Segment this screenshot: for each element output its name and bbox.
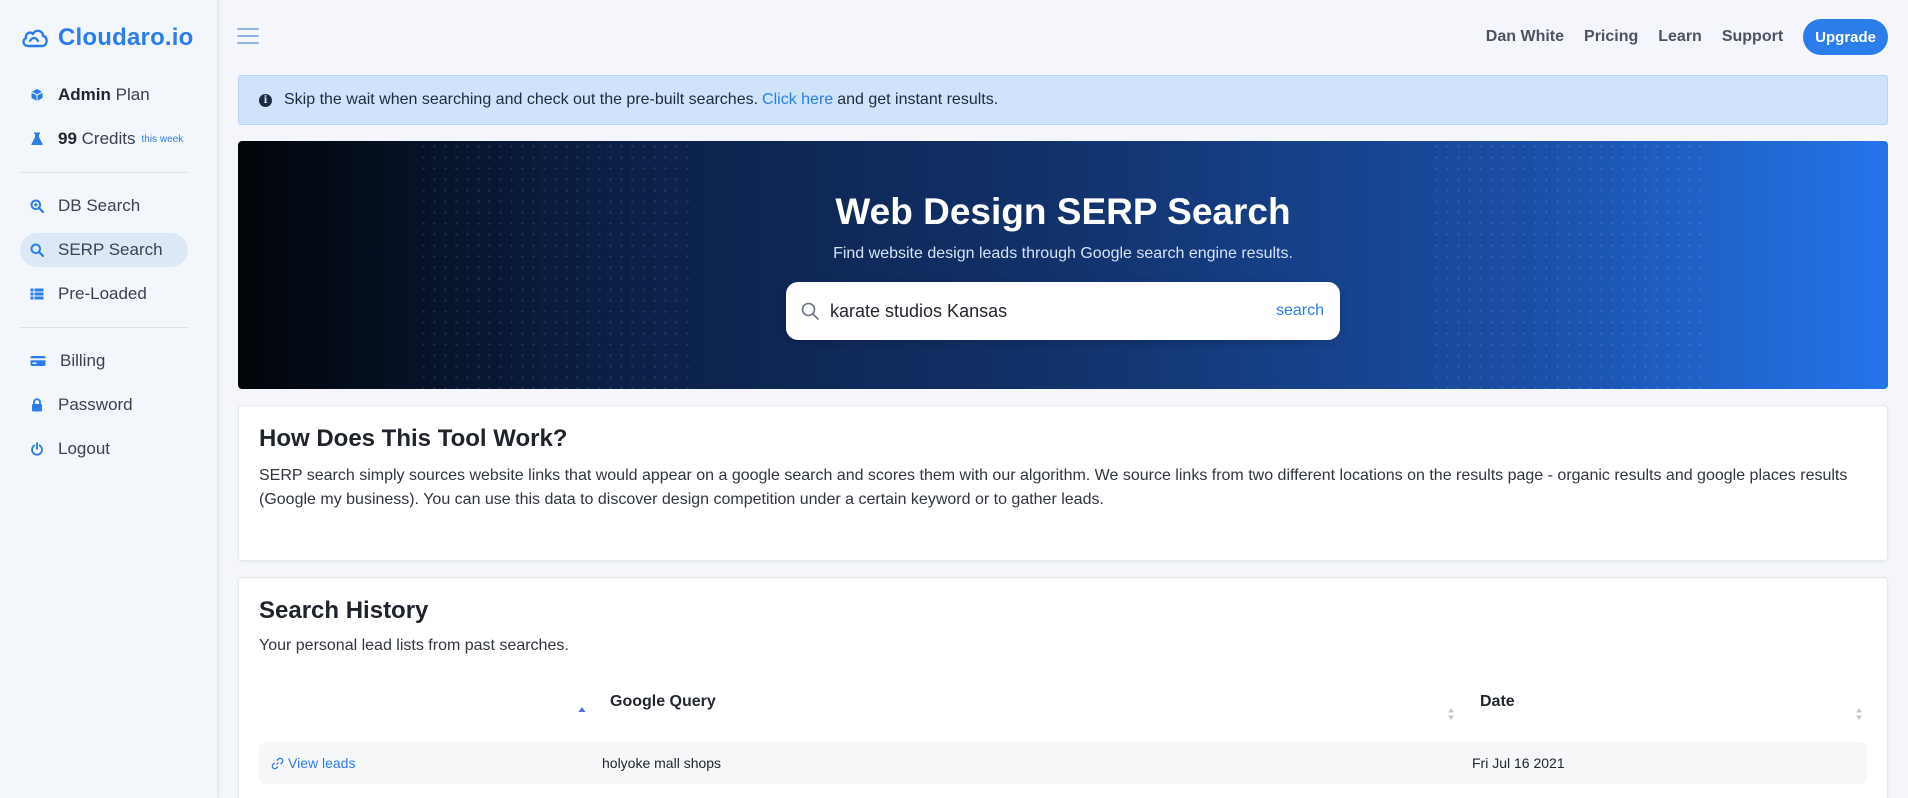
- sidebar-credits: 99 Credits this week: [20, 122, 188, 156]
- link-icon: [271, 757, 284, 769]
- lock-icon: [30, 398, 44, 412]
- brand[interactable]: Cloudaro.io: [20, 22, 194, 54]
- page-subtitle: Find website design leads through Google…: [833, 245, 1293, 262]
- sidebar-item-billing[interactable]: Billing: [20, 344, 188, 378]
- sidebar-divider: [20, 172, 188, 173]
- top-nav: Dan White Pricing Learn Support Upgrade: [1486, 19, 1888, 55]
- page-title: Web Design SERP Search: [835, 191, 1291, 232]
- sidebar-item-label: SERP Search: [58, 240, 163, 259]
- how-it-works-title: How Does This Tool Work?: [259, 425, 568, 452]
- column-header-google-query[interactable]: Google Query: [610, 693, 716, 711]
- prebuilt-searches-link[interactable]: Click here: [762, 91, 833, 109]
- plan-name: Admin: [58, 85, 111, 104]
- search-icon: [801, 302, 819, 320]
- sidebar-item-serp-search[interactable]: SERP Search: [20, 233, 188, 267]
- sidebar-item-password[interactable]: Password: [20, 388, 188, 422]
- date-cell: Fri Jul 16 2021: [1472, 755, 1565, 771]
- info-alert: i Skip the wait when searching and check…: [238, 75, 1888, 125]
- search-input[interactable]: [830, 300, 1276, 322]
- learn-link[interactable]: Learn: [1658, 28, 1702, 46]
- power-icon: [30, 442, 44, 456]
- list-icon: [30, 287, 44, 301]
- sidebar-item-pre-loaded[interactable]: Pre-Loaded: [20, 277, 188, 311]
- serp-search-box: search: [786, 282, 1340, 340]
- menu-toggle-icon[interactable]: [237, 28, 259, 44]
- sidebar-plan: Admin Plan: [20, 78, 188, 112]
- sidebar-item-label: Logout: [58, 439, 110, 458]
- flask-icon: [30, 132, 44, 146]
- how-it-works-card: How Does This Tool Work? SERP search sim…: [238, 405, 1888, 561]
- dot-pattern-left: [418, 141, 693, 389]
- search-history-title: Search History: [259, 597, 429, 624]
- query-cell: holyoke mall shops: [602, 755, 722, 771]
- view-leads-link[interactable]: View leads: [271, 755, 355, 771]
- plan-label: Plan: [115, 85, 150, 104]
- search-history-subtitle: Your personal lead lists from past searc…: [259, 637, 569, 654]
- credits-count: 99: [58, 129, 77, 148]
- sort-icon[interactable]: [1855, 707, 1863, 721]
- how-it-works-text: SERP search simply sources website links…: [259, 467, 1848, 508]
- view-leads-label: View leads: [288, 755, 356, 771]
- sidebar-item-logout[interactable]: Logout: [20, 432, 188, 466]
- search-button[interactable]: search: [1276, 302, 1324, 320]
- credits-period: this week: [141, 133, 184, 145]
- sidebar-item-label: Pre-Loaded: [58, 284, 147, 303]
- sidebar-item-db-search[interactable]: DB Search: [20, 189, 188, 223]
- cube-icon: [30, 88, 44, 102]
- sidebar-divider: [20, 327, 188, 328]
- sidebar-item-label: Billing: [60, 351, 106, 370]
- sidebar-item-label: Password: [58, 395, 133, 414]
- info-icon: i: [259, 93, 272, 107]
- search-plus-icon: [30, 199, 44, 213]
- cloud-logo-icon: [22, 29, 48, 48]
- credits-label: Credits: [81, 129, 136, 148]
- upgrade-button[interactable]: Upgrade: [1803, 19, 1888, 55]
- user-menu-link[interactable]: Dan White: [1486, 28, 1564, 46]
- sidebar-item-label: DB Search: [58, 196, 141, 215]
- hero-banner: Web Design SERP Search Find website desi…: [238, 141, 1888, 389]
- search-history-card: Search History Your personal lead lists …: [238, 577, 1888, 798]
- sort-asc-icon[interactable]: [578, 705, 586, 719]
- sidebar: Cloudaro.io Admin Plan 99 Credits this w…: [0, 0, 218, 798]
- column-header-date[interactable]: Date: [1480, 693, 1515, 711]
- pricing-link[interactable]: Pricing: [1584, 28, 1638, 46]
- alert-text-end: and get instant results.: [837, 91, 999, 108]
- brand-name: Cloudaro.io: [58, 24, 194, 51]
- dot-pattern-right: [1431, 141, 1706, 389]
- support-link[interactable]: Support: [1722, 28, 1783, 46]
- alert-text: Skip the wait when searching and check o…: [284, 91, 759, 108]
- credit-card-icon: [30, 354, 46, 368]
- table-row: View leads holyoke mall shops Fri Jul 16…: [259, 742, 1867, 784]
- search-icon: [30, 243, 44, 257]
- sort-icon[interactable]: [1447, 707, 1455, 721]
